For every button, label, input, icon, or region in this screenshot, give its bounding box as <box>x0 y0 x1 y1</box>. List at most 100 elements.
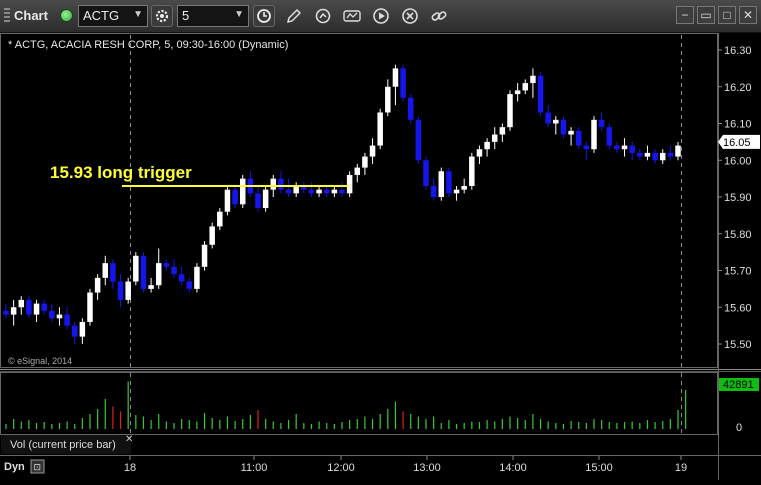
last-price-label: 16.05 <box>723 137 751 149</box>
candle-body <box>71 325 78 337</box>
time-tick-label: 13:00 <box>413 462 441 474</box>
candle-body <box>591 119 597 150</box>
candle-body <box>583 145 590 150</box>
study-icon[interactable] <box>342 6 362 26</box>
price-tick-label: 16.20 <box>724 82 752 94</box>
clock-icon <box>257 9 271 23</box>
candle-body <box>293 185 299 194</box>
candle-body <box>575 130 582 146</box>
price-chart[interactable]: 15.50 15.60 15.70 15.80 15.90 16.00 16.10 16.20… <box>0 33 761 480</box>
pencil-icon[interactable] <box>284 6 304 26</box>
candle-body <box>323 189 330 194</box>
play-icon[interactable] <box>371 6 391 26</box>
candle-body <box>331 189 338 194</box>
time-template-button[interactable] <box>253 5 275 27</box>
price-tick-label: 15.70 <box>724 266 752 278</box>
symbol-value: ACTG <box>83 8 120 23</box>
symbol-input[interactable]: ACTG ▼ <box>78 5 148 27</box>
price-tick-label: 16.00 <box>724 155 752 167</box>
chevron-down-icon[interactable]: ▼ <box>133 9 143 20</box>
candle-body <box>652 152 658 161</box>
close-button[interactable]: ✕ <box>739 6 757 24</box>
time-tick-label: 11:00 <box>241 462 268 474</box>
candle-body <box>606 127 613 146</box>
candle-body <box>308 189 315 194</box>
toolbar-grip-handle[interactable] <box>4 8 10 24</box>
candle-body <box>453 189 460 194</box>
time-tick-label: 12:00 <box>327 462 355 474</box>
candle-body <box>125 281 131 300</box>
chart-header: * ACTG, ACACIA RESH CORP, 5, 09:30-16:00… <box>8 39 288 51</box>
candle-body <box>171 266 177 275</box>
refresh-chart-icon[interactable] <box>313 6 333 26</box>
candle-body <box>87 292 93 322</box>
candle-body <box>201 244 208 267</box>
candle-body <box>560 119 567 135</box>
price-tick-label: 16.30 <box>724 45 752 57</box>
candle-body <box>499 127 506 135</box>
chart-toolbar: Chart ACTG ▼ 5 ▼ − ▭ □ ✕ <box>0 0 761 33</box>
candle-body <box>407 97 414 120</box>
price-tick-label: 16.10 <box>724 119 752 131</box>
candle-body <box>209 226 215 245</box>
candle-body <box>385 86 391 113</box>
candle-body <box>232 189 238 205</box>
zoom-icon: ⊡ <box>34 462 42 472</box>
candle-body <box>629 145 635 153</box>
candle-body <box>239 178 246 205</box>
candle-body <box>56 314 63 319</box>
symbol-lookup-button[interactable] <box>151 5 173 27</box>
close-circle-icon[interactable] <box>400 6 420 26</box>
chart-area[interactable]: 15.50 15.60 15.70 15.80 15.90 16.00 16.10 16.20… <box>0 33 761 480</box>
candle-body <box>64 314 70 326</box>
volume-panel-border <box>0 372 718 435</box>
minimize-button[interactable]: − <box>676 6 694 24</box>
candle-body <box>110 263 116 282</box>
price-tick-label: 15.90 <box>724 192 752 204</box>
candle-body <box>3 310 9 315</box>
candle-body <box>522 83 529 91</box>
candle-body <box>369 145 376 157</box>
candle-body <box>598 119 605 128</box>
candle-body <box>461 185 467 190</box>
trigger-annotation[interactable]: 15.93 long trigger <box>50 163 192 182</box>
candle-body <box>178 274 185 282</box>
candle-body <box>621 145 628 150</box>
time-tick-label: 18 <box>124 462 136 474</box>
candle-body <box>568 130 574 135</box>
candle-body <box>194 266 200 289</box>
candle-body <box>255 193 261 209</box>
close-study-icon[interactable]: ✕ <box>125 434 133 445</box>
candle-body <box>26 299 32 315</box>
chevron-down-icon[interactable]: ▼ <box>234 9 244 20</box>
candle-body <box>339 189 345 194</box>
price-tick-label: 15.60 <box>724 302 752 314</box>
candle-body <box>469 156 475 186</box>
last-price-marker: 16.05 <box>718 134 760 149</box>
time-axis: 18 11:00 12:00 13:00 14:00 15:00 19 <box>124 456 687 474</box>
candle-body <box>476 149 483 157</box>
interval-value: 5 <box>182 8 190 23</box>
link-status-icon[interactable] <box>60 9 73 22</box>
candle-body <box>41 303 47 311</box>
candle-body <box>163 263 170 267</box>
candle-body <box>316 189 322 194</box>
candle-body <box>133 255 139 282</box>
restore-button[interactable]: ▭ <box>697 6 715 24</box>
candle-body <box>262 189 269 209</box>
candle-body <box>224 189 231 212</box>
candle-body <box>392 68 399 87</box>
price-tick-label: 15.80 <box>724 229 752 241</box>
candle-body <box>270 178 277 190</box>
candle-body <box>346 174 353 194</box>
candle-body <box>423 160 429 186</box>
candle-body <box>530 75 536 84</box>
link-chain-icon[interactable] <box>429 6 449 26</box>
candle-body <box>148 285 154 289</box>
candle-body <box>155 263 162 286</box>
candle-body <box>675 145 681 157</box>
interval-input[interactable]: 5 ▼ <box>177 5 249 27</box>
maximize-button[interactable]: □ <box>718 6 736 24</box>
candle-body <box>553 119 559 124</box>
volume-study-label[interactable]: Vol (current price bar) <box>10 439 116 451</box>
